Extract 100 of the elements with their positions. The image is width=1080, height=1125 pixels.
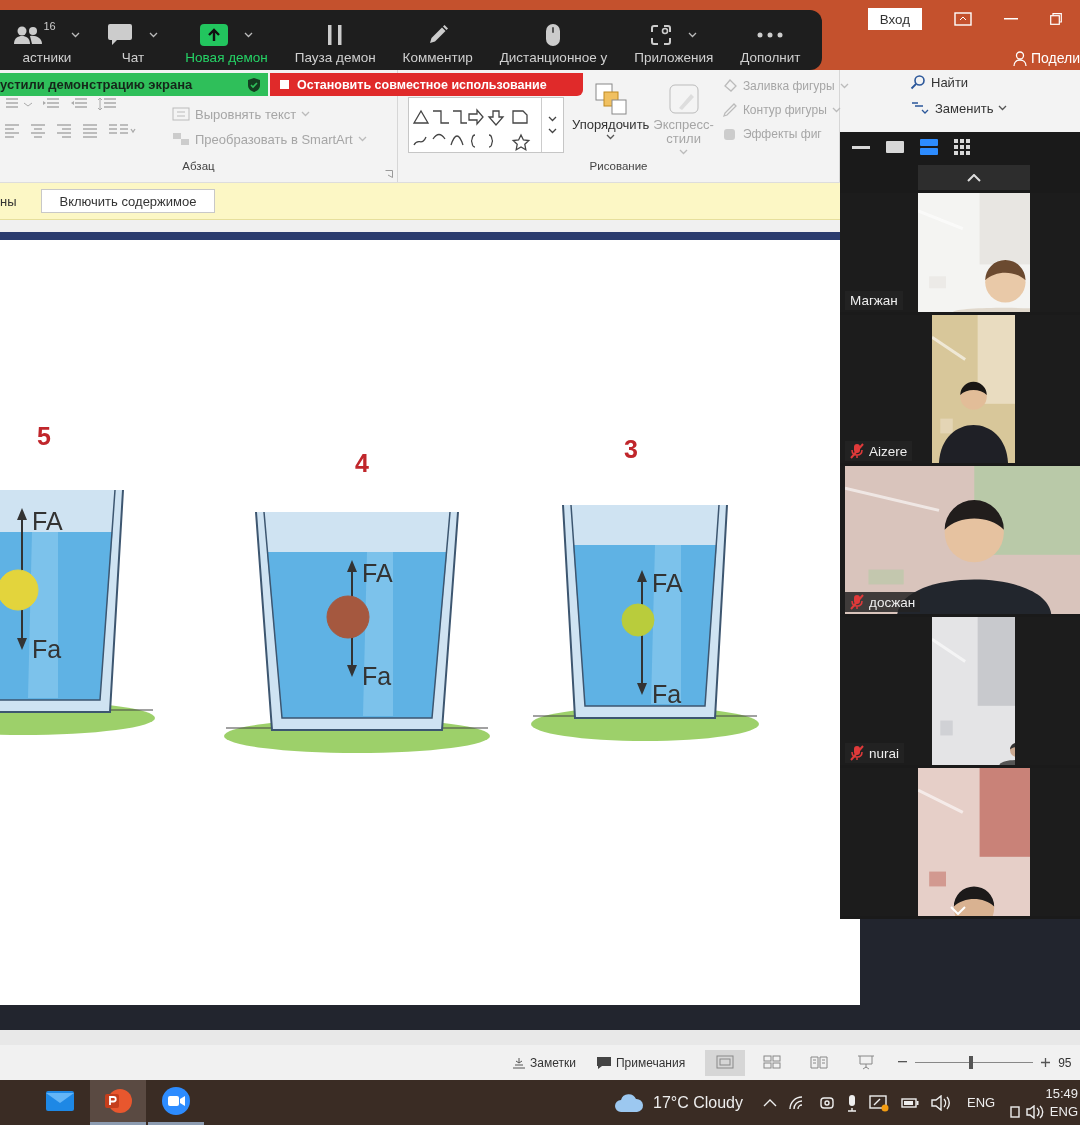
chevron-up-icon[interactable] xyxy=(763,1098,777,1107)
muted-mic-icon xyxy=(850,745,864,761)
person-icon xyxy=(1012,50,1027,66)
ribbon-command[interactable]: Заменить xyxy=(910,100,1050,116)
caret-icon xyxy=(998,105,1008,111)
zoom-percent[interactable]: 95 xyxy=(1058,1055,1072,1070)
participant-name: досжан xyxy=(845,592,921,612)
zoom-out-icon[interactable] xyxy=(898,1061,908,1064)
force-label: FA xyxy=(652,569,683,597)
caret-icon xyxy=(71,32,81,38)
reading-view-icon xyxy=(810,1055,829,1070)
zoom-in-icon[interactable] xyxy=(1041,1058,1051,1067)
glass-number: 3 xyxy=(624,435,638,463)
force-label: FA xyxy=(32,507,63,535)
caret-icon xyxy=(688,32,698,38)
toolbar-button[interactable]: Новая демон xyxy=(171,10,282,70)
group-label: Рисование xyxy=(589,160,648,172)
normal-view-icon xyxy=(716,1055,735,1070)
caret-icon xyxy=(679,148,689,155)
thumbnail-view-icon[interactable] xyxy=(886,141,904,153)
toolbar-button[interactable]: Комментир xyxy=(389,10,487,70)
language-indicator[interactable]: ENG xyxy=(967,1095,996,1110)
more-shapes-icon xyxy=(548,128,557,134)
pencil-icon xyxy=(721,102,738,118)
weather-text[interactable]: 17°C Cloudy xyxy=(653,1093,743,1112)
notes-button[interactable]: Заметки xyxy=(512,1055,576,1070)
toolbar-button[interactable]: Приложения xyxy=(620,10,727,70)
participant-name: Магжан xyxy=(845,291,903,310)
enable-content-button[interactable]: Включить содержимое xyxy=(40,189,216,213)
replace-icon xyxy=(910,100,930,116)
force-label: FA xyxy=(362,559,393,587)
speaker-icon[interactable] xyxy=(1025,1104,1044,1119)
share-screen-icon xyxy=(200,24,229,46)
gallery-view-icon[interactable] xyxy=(954,139,970,155)
toolbar-button[interactable]: Чат xyxy=(93,10,172,70)
mouse-icon xyxy=(545,23,562,47)
comments-button[interactable]: Примечания xyxy=(595,1055,686,1070)
participant-count: 16 xyxy=(43,20,56,32)
caret-icon xyxy=(606,134,616,141)
shield-icon xyxy=(248,77,260,92)
screen-share-icon[interactable] xyxy=(869,1093,889,1112)
caret-icon xyxy=(301,111,311,117)
mail-icon xyxy=(45,1089,75,1113)
group-label: Абзац xyxy=(182,160,215,172)
ribbon-display-icon[interactable] xyxy=(954,12,972,26)
caret-icon xyxy=(357,136,367,142)
ribbon-command[interactable]: Найти xyxy=(910,74,1050,90)
camera-icon[interactable] xyxy=(819,1094,835,1111)
align-text-icon xyxy=(172,106,190,122)
force-label: Fa xyxy=(32,635,62,663)
minimize-icon[interactable] xyxy=(852,145,870,149)
toolbar-button[interactable]: Пауза демон xyxy=(281,10,390,70)
presentation-app-icon xyxy=(103,1087,133,1115)
restore-icon[interactable] xyxy=(1050,13,1062,25)
battery-icon[interactable] xyxy=(901,1097,919,1108)
zoom-slider[interactable] xyxy=(968,1056,973,1069)
caret-icon xyxy=(839,83,849,89)
apps-icon xyxy=(650,24,673,46)
toolbar-button[interactable]: 16 астники xyxy=(0,10,94,70)
participant-name: nurai xyxy=(845,743,905,763)
glass-number: 4 xyxy=(355,449,369,477)
microphone-icon[interactable] xyxy=(847,1093,857,1112)
notes-icon xyxy=(512,1056,526,1069)
slideshow-view-icon xyxy=(857,1055,876,1070)
caret-icon xyxy=(244,32,254,38)
stop-share-button[interactable]: Остановить совместное использование xyxy=(270,73,583,96)
chat-icon xyxy=(107,23,134,47)
toolbar-button[interactable]: Дополнит xyxy=(726,10,815,70)
speaker-icon[interactable] xyxy=(931,1094,951,1111)
toolbar-button[interactable]: Дистанционное у xyxy=(486,10,621,70)
notification-icon[interactable] xyxy=(1009,1105,1020,1118)
cloud-icon xyxy=(613,1092,645,1113)
smartart-icon xyxy=(172,131,190,147)
scroll-down-icon xyxy=(548,116,557,122)
caret-icon xyxy=(149,32,159,38)
comment-icon xyxy=(595,1055,612,1070)
caret-icon xyxy=(831,107,841,113)
strip-view-icon[interactable] xyxy=(920,139,938,155)
glass-number: 5 xyxy=(37,422,51,450)
participant-name: Aizere xyxy=(845,441,913,461)
quick-styles-icon xyxy=(666,82,701,116)
dialog-launcher-icon[interactable] xyxy=(385,170,393,178)
sorter-view-icon xyxy=(763,1055,782,1070)
participants-icon xyxy=(13,25,44,45)
chevron-up-icon xyxy=(967,173,981,182)
force-label: Fa xyxy=(652,680,682,708)
sign-in-button[interactable]: Вход xyxy=(867,8,922,30)
clock-time[interactable]: 15:49 xyxy=(1045,1084,1078,1103)
sharing-status: устили демонстрацию экрана xyxy=(0,77,193,92)
muted-mic-icon xyxy=(850,443,864,459)
share-button[interactable]: Подели xyxy=(1030,50,1080,66)
scroll-bar[interactable] xyxy=(0,1030,1080,1045)
video-app-icon xyxy=(161,1086,191,1116)
more-icon xyxy=(757,32,784,38)
muted-mic-icon xyxy=(850,594,864,610)
shape-effects-icon xyxy=(721,126,738,142)
message-text: ны xyxy=(0,193,17,209)
language-indicator[interactable]: ENG xyxy=(1049,1102,1078,1121)
arrange-icon xyxy=(593,82,628,116)
force-label: Fa xyxy=(362,662,392,690)
